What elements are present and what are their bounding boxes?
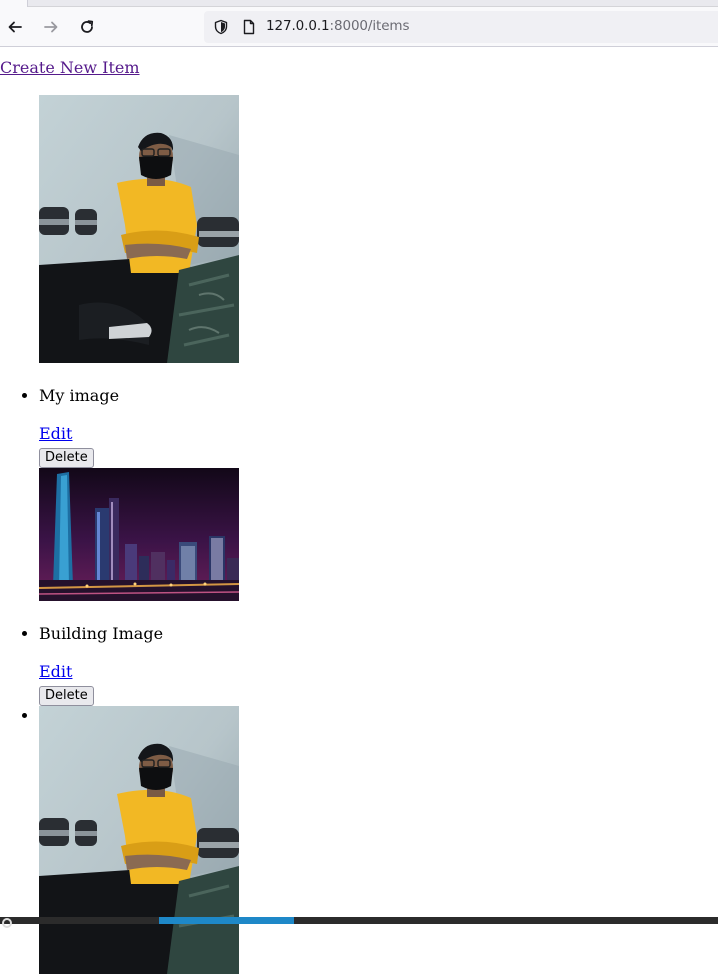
items-list: My image Edit Delete — [0, 95, 239, 974]
delete-button[interactable]: Delete — [39, 448, 94, 468]
item-image — [39, 706, 239, 974]
create-new-item-link[interactable]: Create New Item — [0, 57, 140, 79]
list-item: My image Edit Delete — [39, 95, 239, 468]
item-image — [39, 95, 239, 363]
edit-link[interactable]: Edit — [39, 423, 72, 445]
taskbar-active-window[interactable] — [159, 917, 294, 924]
page-icon — [243, 19, 255, 35]
item-name: My image — [39, 386, 120, 405]
item-image — [39, 468, 239, 601]
url-path: :8000/items — [329, 18, 410, 34]
forward-arrow-icon — [44, 21, 58, 33]
delete-button[interactable]: Delete — [39, 686, 94, 706]
back-button[interactable] — [0, 11, 30, 43]
shield-icon[interactable] — [213, 19, 229, 35]
tab-strip — [0, 0, 718, 7]
forward-button[interactable] — [36, 11, 66, 43]
reload-button[interactable] — [72, 11, 102, 43]
start-icon[interactable] — [2, 918, 12, 928]
item-name: Building Image — [39, 624, 164, 643]
browser-tab[interactable] — [0, 0, 28, 7]
url-bar[interactable]: 127.0.0.1:8000/items — [204, 11, 718, 43]
list-item: Building Image Edit Delete — [39, 468, 239, 706]
browser-toolbar: 127.0.0.1:8000/items — [0, 7, 718, 47]
edit-link[interactable]: Edit — [39, 661, 72, 683]
back-arrow-icon — [8, 21, 22, 33]
url-host: 127.0.0.1 — [266, 18, 330, 34]
url-text[interactable]: 127.0.0.1:8000/items — [266, 18, 410, 34]
os-taskbar — [0, 917, 718, 928]
list-item — [39, 706, 239, 974]
reload-icon — [81, 20, 94, 33]
